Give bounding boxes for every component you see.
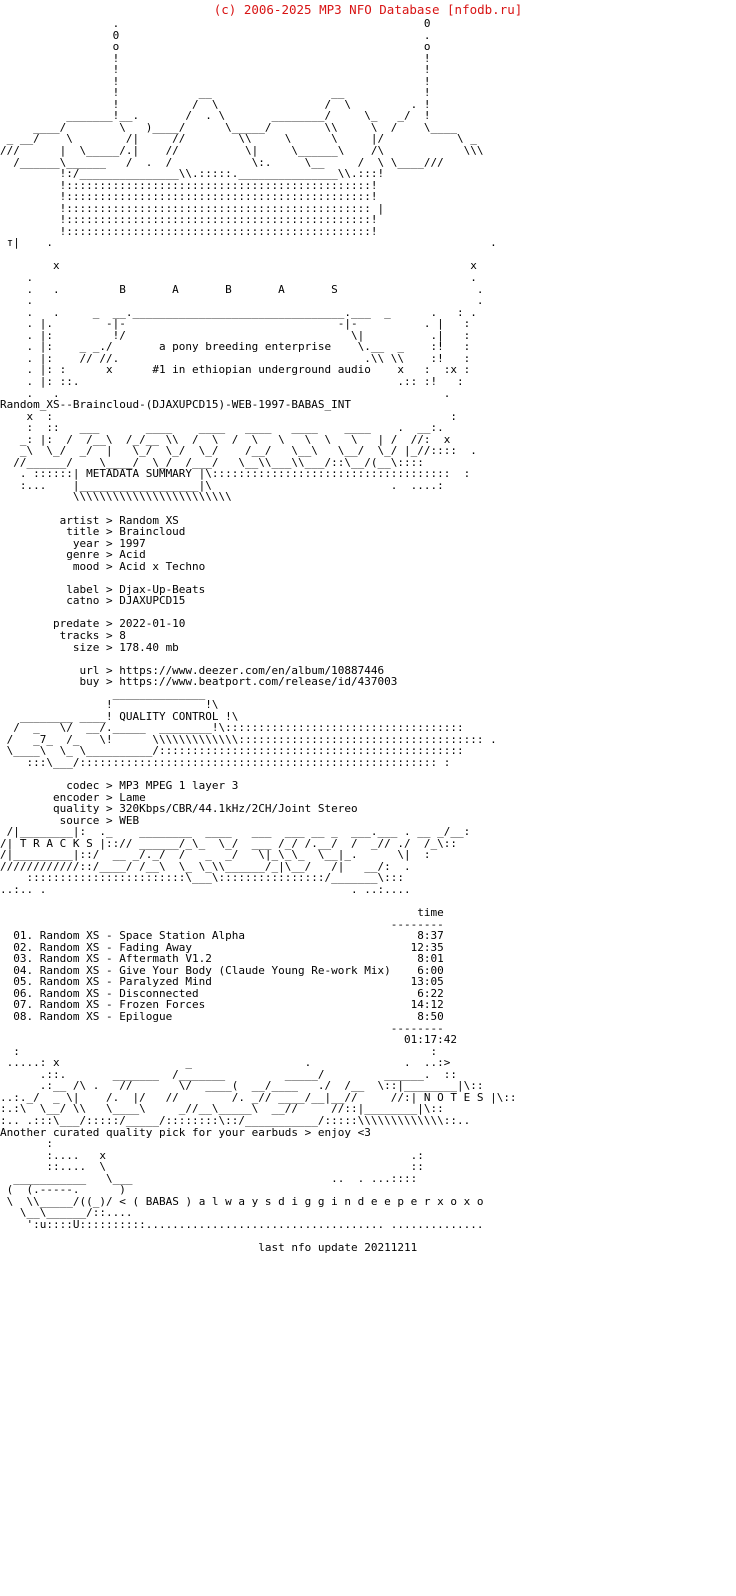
notes-banner: : : .....: x _ . . ..:> .::. _______ /__…: [0, 1044, 517, 1127]
tracklist-section: time -------- 01. Random XS - Space Stat…: [0, 896, 736, 1046]
tracklist: time -------- 01. Random XS - Space Stat…: [13, 906, 457, 1047]
site-copyright-banner: (c) 2006-2025 MP3 NFO Database [nfodb.ru…: [213, 2, 523, 17]
last-update-line: last nfo update 20211211: [258, 1240, 418, 1254]
quality-field-list: codec > MP3 MPEG 1 layer 3 encoder > Lam…: [52, 779, 358, 827]
quality-control-banner: ______________ ! !\ ________ ____! QUALI…: [6, 686, 497, 769]
metadata-fields: artist > Random XS title > Braincloud ye…: [0, 503, 736, 688]
babas-footer-art: : :.... x .: ::.... \ :: ___________ \__…: [6, 1137, 424, 1197]
tracks-banner: /|________|: ._ ________ ____ ___ ___ __…: [0, 825, 471, 897]
header-left-mark: т| . . x x: [6, 236, 497, 273]
quality-fields: codec > MP3 MPEG 1 layer 3 encoder > Lam…: [0, 769, 736, 827]
metadata-summary-banner: x : : : :: ___ ____ ____ ____ ____ ____ …: [13, 409, 477, 504]
header-frame-and-brand: . . . . B A B A S . . . . . _ __._______…: [26, 271, 484, 400]
babas-footer-bottom-art: \__\______/::.... ':u::::U::::::::::....…: [19, 1206, 484, 1231]
babas-tagline: < ( BABAS ) a l w a y s d i g g i n d e …: [119, 1194, 484, 1208]
header-logo-ascii-art: . 0 0 . o o ! ! ! ! ! ! ! __ __ ! ! / \ …: [0, 17, 484, 238]
metadata-field-list: artist > Random XS title > Braincloud ye…: [52, 513, 398, 689]
release-title: Random_XS--Braincloud-(DJAXUPCD15)-WEB-1…: [0, 398, 351, 412]
notes-text: Another curated quality pick for your ea…: [0, 1125, 371, 1139]
nfo-document: (c) 2006-2025 MP3 NFO Database [nfodb.ru…: [0, 0, 736, 1596]
